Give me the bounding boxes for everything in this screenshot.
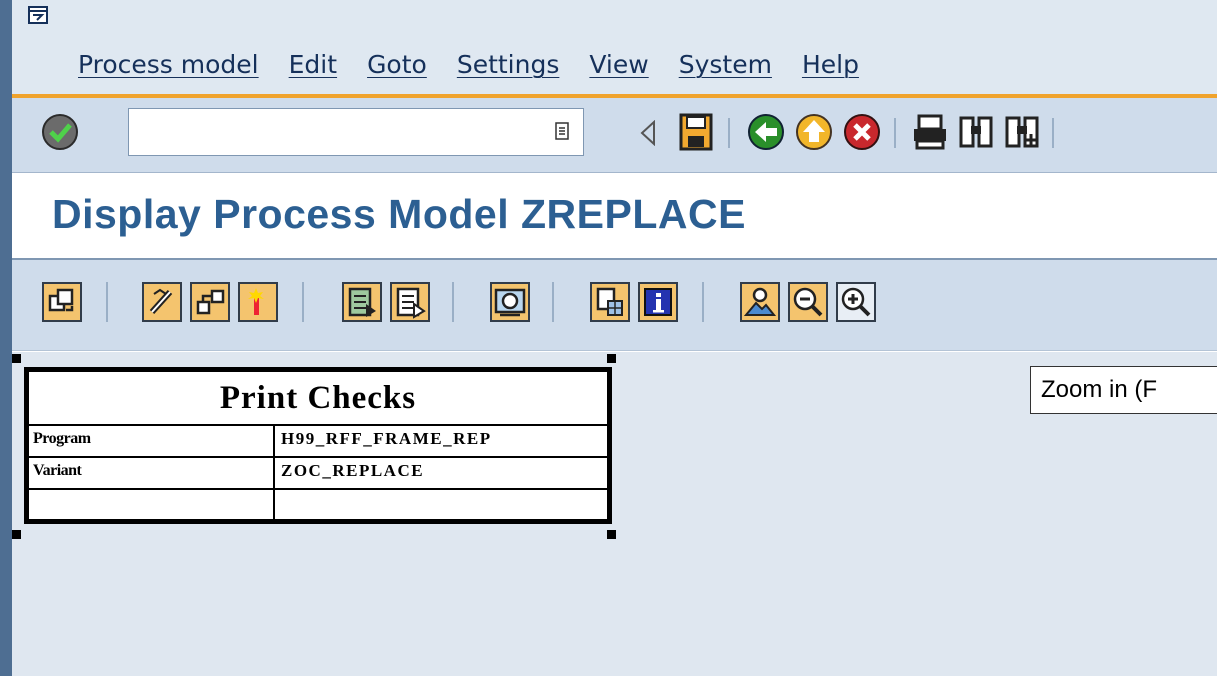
node-row: Program H99_RFF_FRAME_REP — [29, 426, 607, 458]
new-icon — [248, 288, 264, 315]
edit-button[interactable] — [142, 282, 182, 322]
details-icon — [348, 287, 376, 317]
appbar-separator — [302, 282, 304, 322]
selection-handle-top-left[interactable] — [12, 354, 21, 363]
hierarchy-icon — [196, 289, 225, 315]
appbar-separator — [106, 282, 108, 322]
details-other-button[interactable] — [390, 282, 430, 322]
overview-button[interactable] — [490, 282, 530, 322]
process-step-node[interactable]: Print Checks Program H99_RFF_FRAME_REP V… — [24, 367, 612, 524]
node-row-value: ZOC_REPLACE — [281, 461, 425, 480]
menu-process-model[interactable]: Process model — [78, 50, 259, 79]
details-other-icon — [396, 287, 426, 319]
window-border — [0, 0, 12, 676]
menu-help[interactable]: Help — [802, 50, 859, 79]
find-next-icon[interactable] — [1002, 112, 1042, 152]
appbar-separator — [702, 282, 704, 322]
display-change-icon — [48, 288, 74, 312]
enter-check-icon[interactable] — [40, 112, 80, 152]
page-title: Display Process Model ZREPLACE — [52, 191, 746, 237]
toolbar-separator — [728, 118, 730, 148]
info-icon — [644, 288, 672, 316]
zoom-out-button[interactable] — [788, 282, 828, 322]
zoom-in-tooltip: Zoom in (F — [1030, 366, 1217, 414]
zoom-out-icon — [793, 287, 823, 317]
node-row — [29, 490, 607, 520]
zoom-in-button[interactable] — [836, 282, 876, 322]
menu: Process model Edit Goto Settings View Sy… — [78, 50, 889, 79]
node-row-value: H99_RFF_FRAME_REP — [281, 429, 492, 448]
application-toolbar — [12, 260, 1217, 351]
menu-system[interactable]: System — [679, 50, 772, 79]
title-area: Display Process Model ZREPLACE — [12, 173, 1217, 257]
print-icon[interactable] — [910, 112, 950, 152]
menu-view[interactable]: View — [589, 50, 648, 79]
details-button[interactable] — [342, 282, 382, 322]
command-field[interactable] — [128, 108, 584, 156]
save-icon[interactable] — [678, 112, 714, 152]
menu-edit[interactable]: Edit — [289, 50, 337, 79]
find-icon[interactable] — [956, 112, 996, 152]
layout-icon — [596, 287, 623, 316]
hierarchy-button[interactable] — [190, 282, 230, 322]
landscape-icon — [743, 287, 777, 316]
toolbar-separator — [894, 118, 896, 148]
process-model-canvas[interactable]: Print Checks Program H99_RFF_FRAME_REP V… — [12, 352, 1217, 676]
cancel-icon[interactable] — [842, 112, 882, 152]
exit-icon[interactable] — [794, 112, 834, 152]
overview-icon — [494, 288, 526, 317]
information-button[interactable] — [638, 282, 678, 322]
node-row: Variant ZOC_REPLACE — [29, 458, 607, 490]
toolbar-collapse-icon[interactable] — [640, 120, 656, 146]
node-title: Print Checks — [29, 372, 607, 426]
full-view-button[interactable] — [740, 282, 780, 322]
standard-toolbar — [12, 98, 1217, 173]
node-row-key: Variant — [33, 462, 82, 479]
command-history-icon[interactable] — [555, 121, 569, 141]
zoom-in-icon — [841, 287, 871, 317]
node-row-key: Program — [33, 430, 91, 447]
window-menu-icon[interactable] — [28, 6, 48, 24]
layout-button[interactable] — [590, 282, 630, 322]
appbar-separator — [552, 282, 554, 322]
toolbar-separator — [1052, 118, 1054, 148]
menu-settings[interactable]: Settings — [457, 50, 560, 79]
selection-handle-top-right[interactable] — [607, 354, 616, 363]
pencil-icon — [149, 288, 173, 315]
selection-handle-bottom-right[interactable] — [607, 530, 616, 539]
new-step-button[interactable] — [238, 282, 278, 322]
appbar-separator — [452, 282, 454, 322]
selection-handle-bottom-left[interactable] — [12, 530, 21, 539]
menu-goto[interactable]: Goto — [367, 50, 427, 79]
menu-bar: Process model Edit Goto Settings View Sy… — [12, 0, 1217, 94]
sap-window: Process model Edit Goto Settings View Sy… — [0, 0, 1217, 676]
back-icon[interactable] — [746, 112, 786, 152]
switch-display-change-button[interactable] — [42, 282, 82, 322]
